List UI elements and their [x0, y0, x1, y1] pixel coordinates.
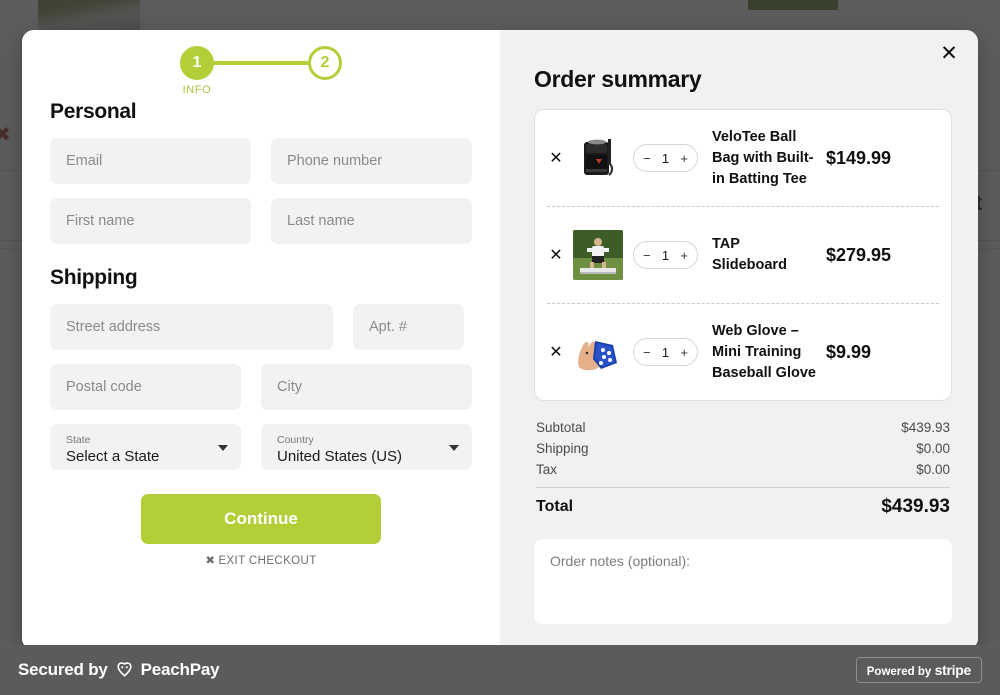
email-field[interactable]	[50, 138, 251, 184]
step-1-label: INFO	[182, 84, 212, 96]
checkout-footer: Secured by PeachPay Powered by stripe	[0, 645, 1000, 695]
first-name-field[interactable]	[50, 198, 251, 244]
state-select-value: Select a State	[66, 447, 160, 465]
checkout-modal: 1 INFO 2 Personal Shipping	[22, 30, 978, 650]
personal-heading: Personal	[50, 100, 137, 123]
secured-by-label: Secured by	[18, 660, 108, 679]
order-item: ✕ − 1 + Web Glove – Mini Training Baseba…	[547, 303, 939, 400]
peachpay-logo-icon	[115, 661, 134, 680]
city-field[interactable]	[261, 364, 472, 410]
exit-checkout-label: EXIT CHECKOUT	[218, 555, 317, 567]
step-1-circle[interactable]: 1	[180, 46, 214, 80]
stepper-connector	[214, 61, 308, 65]
quantity-stepper[interactable]: − 1 +	[633, 144, 698, 172]
product-price: $149.99	[826, 147, 892, 168]
quantity-value: 1	[661, 150, 670, 166]
shipping-value: $0.00	[916, 441, 950, 456]
total-label: Total	[536, 498, 574, 515]
phone-field[interactable]	[271, 138, 472, 184]
product-thumbnail-slideboard	[573, 230, 623, 280]
quantity-increase-button[interactable]: +	[680, 345, 688, 360]
stripe-brand-label: stripe	[934, 662, 972, 678]
street-address-field[interactable]	[50, 304, 333, 350]
totals-divider	[536, 487, 950, 488]
step-1[interactable]: 1 INFO	[180, 46, 214, 96]
postal-code-field[interactable]	[50, 364, 241, 410]
checkout-form-panel: 1 INFO 2 Personal Shipping	[22, 30, 500, 650]
last-name-field[interactable]	[271, 198, 472, 244]
order-item: ✕ − 1 + VeloTee Ball Bag with Built-in B…	[547, 110, 939, 206]
quantity-decrease-button[interactable]: −	[643, 248, 651, 263]
product-name[interactable]: TAP Slideboard	[708, 234, 816, 276]
step-2[interactable]: 2	[308, 46, 342, 80]
shipping-row-2	[50, 364, 472, 410]
close-icon: ✖	[205, 555, 216, 567]
chevron-down-icon	[218, 445, 228, 451]
peachpay-brand-label: PeachPay	[140, 660, 220, 679]
product-name[interactable]: VeloTee Ball Bag with Built-in Batting T…	[708, 127, 816, 190]
close-icon: ✕	[940, 41, 958, 65]
order-items-list: ✕ − 1 + VeloTee Ball Bag with Built-in B…	[534, 109, 952, 401]
shipping-row-3: State Select a State Country United Stat…	[50, 424, 472, 470]
product-price: $9.99	[826, 341, 872, 362]
product-price: $279.95	[826, 244, 892, 265]
order-item: ✕ − 1 + TAP Slideboard $279.95	[547, 206, 939, 303]
product-thumbnail-web-glove	[573, 327, 623, 377]
personal-row-2	[50, 198, 472, 244]
tax-row: Tax $0.00	[536, 459, 950, 480]
quantity-stepper[interactable]: − 1 +	[633, 241, 698, 269]
remove-item-button[interactable]: ✕	[549, 342, 563, 362]
close-modal-button[interactable]: ✕	[936, 40, 962, 66]
shipping-row-1	[50, 304, 472, 350]
tax-label: Tax	[536, 462, 558, 477]
quantity-decrease-button[interactable]: −	[643, 151, 651, 166]
checkout-stepper: 1 INFO 2	[22, 30, 500, 96]
chevron-down-icon	[449, 445, 459, 451]
quantity-value: 1	[661, 247, 670, 263]
order-notes-input[interactable]: Order notes (optional):	[534, 539, 952, 624]
subtotal-label: Subtotal	[536, 420, 586, 435]
exit-checkout-link[interactable]: ✖ EXIT CHECKOUT	[50, 553, 472, 567]
tax-value: $0.00	[916, 462, 950, 477]
stripe-badge: Powered by stripe	[855, 657, 982, 683]
quantity-decrease-button[interactable]: −	[643, 345, 651, 360]
order-summary-panel: ✕ Order summary ✕ − 1 + VeloTee Ball Bag…	[500, 30, 978, 650]
quantity-increase-button[interactable]: +	[680, 151, 688, 166]
stripe-powered-label: Powered by	[866, 666, 932, 678]
quantity-value: 1	[661, 344, 670, 360]
secured-by-peachpay: Secured by PeachPay	[18, 660, 220, 680]
country-select-value: United States (US)	[277, 447, 403, 465]
subtotal-row: Subtotal $439.93	[536, 417, 950, 438]
step-1-number: 1	[192, 54, 202, 71]
form-body: Personal Shipping State Sel	[22, 100, 500, 567]
step-2-circle[interactable]: 2	[308, 46, 342, 80]
step-2-number: 2	[320, 54, 330, 71]
total-value: $439.93	[881, 496, 950, 517]
shipping-label: Shipping	[536, 441, 589, 456]
quantity-increase-button[interactable]: +	[680, 248, 688, 263]
apartment-field[interactable]	[353, 304, 464, 350]
continue-button[interactable]: Continue	[141, 494, 381, 544]
state-select-label: State	[66, 433, 91, 446]
remove-item-button[interactable]: ✕	[549, 245, 563, 265]
order-totals: Subtotal $439.93 Shipping $0.00 Tax $0.0…	[534, 417, 952, 517]
remove-item-button[interactable]: ✕	[549, 148, 563, 168]
state-select[interactable]: State Select a State	[50, 424, 241, 470]
country-select-label: Country	[277, 433, 314, 446]
country-select[interactable]: Country United States (US)	[261, 424, 472, 470]
quantity-stepper[interactable]: − 1 +	[633, 338, 698, 366]
shipping-row: Shipping $0.00	[536, 438, 950, 459]
shipping-heading: Shipping	[50, 266, 138, 289]
product-thumbnail-ball-bag	[573, 133, 623, 183]
order-summary-title: Order summary	[534, 66, 702, 92]
personal-row-1	[50, 138, 472, 184]
subtotal-value: $439.93	[901, 420, 950, 435]
total-row: Total $439.93	[536, 496, 950, 517]
product-name[interactable]: Web Glove – Mini Training Baseball Glove	[708, 321, 816, 384]
